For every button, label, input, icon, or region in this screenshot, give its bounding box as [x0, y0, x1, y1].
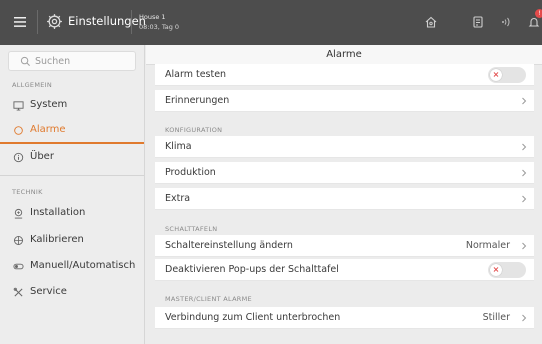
- chevron-right-icon: [522, 314, 527, 322]
- row-extra[interactable]: Extra: [155, 188, 534, 210]
- home-icon[interactable]: [422, 13, 440, 31]
- section-heading-technik: TECHNIK: [12, 188, 43, 196]
- sidebar-item-calibrate[interactable]: Kalibrieren: [0, 229, 144, 251]
- disable-popups-toggle[interactable]: ×: [488, 262, 526, 278]
- row-panel-setting[interactable]: Schaltereinstellung ändern Normaler: [155, 235, 534, 257]
- chevron-right-icon: [522, 169, 527, 177]
- sidebar: Suchen ALLGEMEIN System Alarme Über TECH…: [0, 45, 145, 344]
- row-label: Alarm testen: [165, 69, 227, 80]
- sidebar-item-system[interactable]: System: [0, 94, 144, 116]
- active-indicator: [0, 142, 144, 144]
- service-tools-icon: [12, 286, 24, 298]
- clipboard-icon[interactable]: [469, 13, 487, 31]
- search-icon: [20, 56, 30, 66]
- row-reminders[interactable]: Erinnerungen: [155, 90, 534, 112]
- row-label: Erinnerungen: [165, 95, 230, 106]
- settings-gear-icon: [47, 14, 62, 29]
- chevron-right-icon: [522, 97, 527, 105]
- row-label: Schaltereinstellung ändern: [165, 240, 293, 251]
- row-alarm-test: Alarm testen ×: [155, 64, 534, 86]
- sidebar-item-label: Service: [30, 286, 67, 297]
- sidebar-item-installation[interactable]: Installation: [0, 202, 144, 224]
- row-client-lost[interactable]: Verbindung zum Client unterbrochen Still…: [155, 307, 534, 329]
- info-icon: [12, 151, 24, 163]
- row-value: Stiller: [482, 312, 510, 323]
- chevron-right-icon: [522, 242, 527, 250]
- calibrate-icon: [12, 234, 24, 246]
- sidebar-item-label: Kalibrieren: [30, 234, 84, 245]
- main-panel: Alarme Alarm testen × Erinnerungen KONFI…: [146, 45, 542, 344]
- sidebar-item-manual-auto[interactable]: Manuell/Automatisch: [0, 255, 144, 277]
- sidebar-item-service[interactable]: Service: [0, 281, 144, 303]
- sidebar-item-label: Über: [30, 151, 54, 162]
- section-heading-configuration: KONFIGURATION: [165, 126, 223, 134]
- row-label: Extra: [165, 193, 191, 204]
- manual-auto-icon: [12, 260, 24, 272]
- top-bar: Einstellungen House 1 08:03, Tag 0 !: [0, 0, 542, 45]
- section-heading-master-client: MASTER/CLIENT ALARME: [165, 295, 252, 303]
- row-label: Klima: [165, 141, 192, 152]
- toggle-off-icon: ×: [490, 264, 502, 276]
- alarm-test-toggle[interactable]: ×: [488, 67, 526, 83]
- alarm-icon: [12, 124, 24, 136]
- row-label: Verbindung zum Client unterbrochen: [165, 312, 341, 323]
- section-heading-panels: SCHALTTAFELN: [165, 225, 218, 233]
- sidebar-item-label: Installation: [30, 207, 86, 218]
- sidebar-item-label: Manuell/Automatisch: [30, 260, 136, 271]
- installation-icon: [12, 207, 24, 219]
- row-label: Produktion: [165, 167, 216, 178]
- house-time: 08:03, Tag 0: [139, 23, 180, 31]
- monitor-icon: [12, 99, 24, 111]
- divider: [131, 10, 132, 34]
- row-label: Deaktivieren Pop-ups der Schalttafel: [165, 264, 339, 275]
- sidebar-item-label: System: [30, 99, 68, 110]
- toggle-off-icon: ×: [490, 69, 502, 81]
- app-title: Einstellungen: [68, 14, 146, 28]
- row-disable-popups: Deaktivieren Pop-ups der Schalttafel ×: [155, 259, 534, 281]
- sidebar-item-alarms[interactable]: Alarme: [0, 119, 144, 144]
- row-value: Normaler: [465, 240, 510, 251]
- wireless-signal-icon[interactable]: [498, 13, 516, 31]
- chevron-right-icon: [522, 143, 527, 151]
- divider: [0, 175, 144, 176]
- page-title: Alarme: [146, 45, 542, 65]
- notification-badge: !: [535, 9, 542, 18]
- search-placeholder: Suchen: [35, 56, 71, 67]
- notification-bell-icon[interactable]: !: [525, 9, 542, 31]
- sidebar-item-label: Alarme: [30, 124, 66, 135]
- row-climate[interactable]: Klima: [155, 136, 534, 158]
- hamburger-menu-icon[interactable]: [9, 12, 31, 32]
- search-input[interactable]: Suchen: [8, 51, 136, 71]
- chevron-right-icon: [522, 195, 527, 203]
- section-heading-general: ALLGEMEIN: [12, 81, 53, 89]
- sidebar-item-about[interactable]: Über: [0, 146, 144, 168]
- divider: [37, 10, 38, 34]
- row-production[interactable]: Produktion: [155, 162, 534, 184]
- house-name[interactable]: House 1: [139, 13, 166, 21]
